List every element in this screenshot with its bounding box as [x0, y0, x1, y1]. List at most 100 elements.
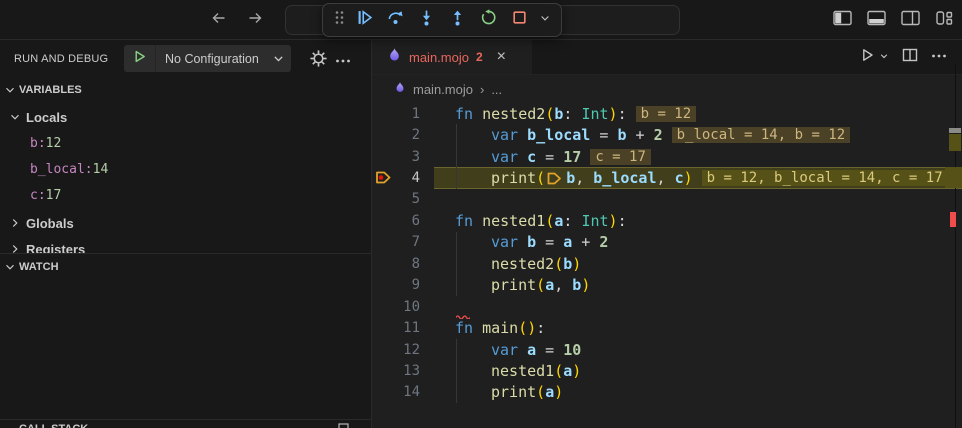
code-token: =	[536, 233, 564, 252]
launch-configuration-dropdown[interactable]: No Configuration	[124, 45, 291, 72]
breadcrumb-symbol[interactable]: ...	[491, 82, 502, 97]
code-token: )	[554, 383, 564, 402]
glyph-margin[interactable]	[372, 103, 394, 124]
code-area[interactable]: 1 fn nested2(b: Int): b = 12 2 var b_local =…	[372, 103, 962, 428]
code-token: (	[545, 104, 555, 123]
code-token: nested2	[482, 104, 546, 123]
code-line-6[interactable]: 6 fn nested1(a: Int):	[372, 210, 962, 231]
variable-separator: :	[84, 161, 93, 177]
code-line-14[interactable]: 14 print(a)	[372, 381, 962, 404]
glyph-margin[interactable]	[372, 124, 394, 145]
breadcrumb-file[interactable]: main.mojo	[413, 82, 473, 97]
views-more-actions-button[interactable]	[335, 53, 351, 71]
code-token: )	[527, 319, 537, 338]
line-content: var b_local = b + 2 b_local = 14, b = 12	[434, 124, 962, 146]
glyph-margin[interactable]	[372, 360, 394, 381]
close-icon[interactable]: ×	[497, 49, 506, 65]
debug-session-dropdown[interactable]	[538, 8, 552, 33]
indent-guide	[456, 253, 457, 275]
glyph-margin[interactable]	[372, 382, 394, 403]
split-editor-button[interactable]	[902, 47, 918, 68]
toggle-panel-button[interactable]	[866, 10, 886, 30]
code-token: )	[581, 276, 591, 295]
drag-handle[interactable]	[332, 8, 346, 33]
code-token: b_local	[527, 126, 591, 145]
variable-value: 17	[45, 187, 62, 203]
code-line-7[interactable]: 7 var b = a + 2	[372, 231, 962, 254]
step-out-icon	[449, 9, 466, 31]
glyph-margin[interactable]	[372, 210, 394, 231]
code-token: fn	[455, 211, 483, 230]
toggle-primary-sidebar-button[interactable]	[832, 10, 852, 30]
forward-button[interactable]	[245, 10, 265, 30]
code-token: print	[491, 383, 537, 402]
code-line-4[interactable]: 4 print(b, b_local, c) b = 12, b_local = 1…	[372, 167, 962, 189]
step-into-button[interactable]	[414, 8, 439, 33]
code-line-8[interactable]: 8 nested2(b)	[372, 253, 962, 275]
tab-main-mojo[interactable]: main.mojo 2 ×	[372, 40, 532, 74]
glyph-margin[interactable]	[372, 189, 394, 210]
call-stack-action-icon[interactable]	[338, 423, 349, 428]
toggle-secondary-sidebar-button[interactable]	[900, 10, 920, 30]
watch-section-header[interactable]: WATCH	[0, 253, 371, 279]
code-line-10[interactable]: 10	[372, 296, 962, 320]
step-over-button[interactable]	[383, 8, 408, 33]
line-number: 6	[411, 212, 420, 229]
tab-problems-badge: 2	[475, 50, 483, 64]
tab-bar: main.mojo 2 ×	[372, 40, 962, 75]
line-number: 14	[403, 384, 420, 401]
glyph-margin[interactable]	[372, 339, 394, 360]
line-content: nested2(b)	[434, 253, 962, 275]
code-line-11[interactable]: 11 fn main():	[372, 317, 962, 338]
code-line-12[interactable]: 12 var a = 10	[372, 338, 962, 361]
glyph-margin[interactable]	[372, 146, 394, 167]
code-token: ,	[575, 169, 594, 188]
call-stack-section-header[interactable]: CALL STACK	[0, 419, 371, 428]
code-line-1[interactable]: 1 fn nested2(b: Int): b = 12	[372, 103, 962, 124]
back-button[interactable]	[208, 10, 228, 30]
restart-button[interactable]	[476, 8, 501, 33]
stop-button[interactable]	[507, 8, 532, 33]
line-number: 2	[411, 127, 420, 144]
variables-section-header[interactable]: VARIABLES	[0, 78, 371, 102]
scope-globals[interactable]: Globals	[0, 210, 371, 236]
mojo-flame-icon	[394, 81, 406, 97]
variable-row-b-local[interactable]: b_local: 14	[30, 156, 371, 182]
glyph-margin[interactable]	[372, 232, 394, 253]
code-token: 10	[563, 340, 582, 359]
breadcrumb-separator: ›	[479, 81, 485, 97]
code-line-3[interactable]: 3 var c = 17 c = 17	[372, 145, 962, 168]
variable-row-c[interactable]: c: 17	[30, 182, 371, 208]
code-token: )	[572, 361, 582, 380]
line-number: 8	[411, 255, 420, 272]
variable-row-b[interactable]: b: 12	[30, 130, 371, 156]
line-content: print(a)	[434, 381, 962, 404]
glyph-margin[interactable]	[372, 253, 394, 274]
scope-locals[interactable]: Locals	[0, 104, 371, 130]
variable-separator: :	[37, 135, 46, 151]
chevron-down-icon	[3, 83, 17, 97]
ruler-mark-debug-line	[949, 134, 961, 151]
code-line-5[interactable]: 5	[372, 189, 962, 210]
ruler-mark-error	[950, 212, 956, 227]
glyph-margin[interactable]	[372, 296, 394, 317]
code-token: =	[536, 147, 564, 166]
code-line-9[interactable]: 9 print(a, b)	[372, 274, 962, 296]
start-debugging-button[interactable]	[124, 45, 156, 72]
glyph-margin[interactable]	[372, 275, 394, 296]
play-icon	[132, 49, 147, 69]
glyph-margin[interactable]	[372, 317, 394, 338]
run-file-button[interactable]	[859, 47, 889, 68]
breakpoint-glyph-margin[interactable]	[372, 167, 394, 188]
code-token: fn	[455, 104, 483, 123]
customize-layout-button[interactable]	[934, 10, 954, 30]
step-out-button[interactable]	[445, 8, 470, 33]
debug-settings-button[interactable]	[310, 50, 327, 72]
variable-name: c	[30, 187, 38, 203]
code-line-2[interactable]: 2 var b_local = b + 2 b_local = 14, b = 12	[372, 124, 962, 146]
continue-button[interactable]	[352, 8, 377, 33]
code-token: b	[572, 276, 582, 295]
code-token: ,	[554, 276, 573, 295]
overview-ruler[interactable]	[945, 40, 962, 428]
code-line-13[interactable]: 13 nested1(a)	[372, 360, 962, 382]
